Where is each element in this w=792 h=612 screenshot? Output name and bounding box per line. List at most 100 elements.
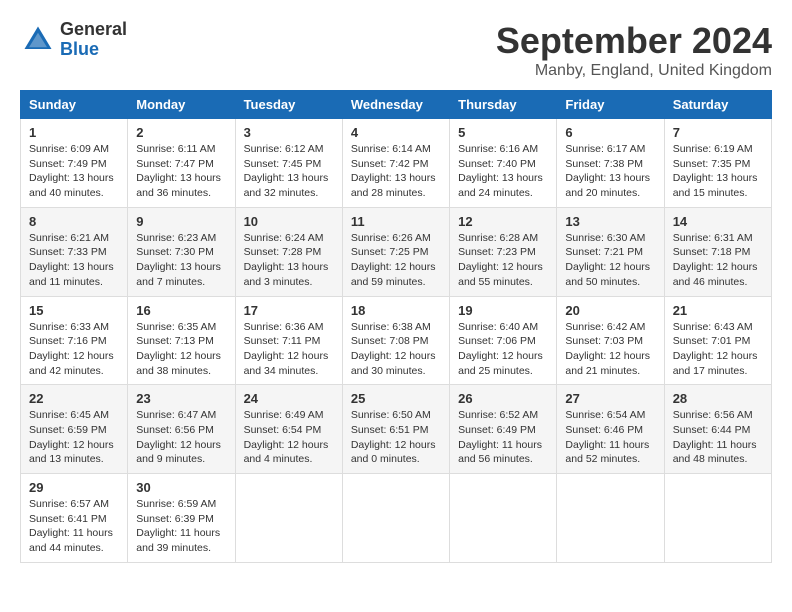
day-info: Sunrise: 6:35 AMSunset: 7:13 PMDaylight:… xyxy=(136,320,226,379)
calendar-day-23: 23Sunrise: 6:47 AMSunset: 6:56 PMDayligh… xyxy=(128,385,235,474)
day-number: 30 xyxy=(136,480,226,495)
calendar-week-2: 8 Sunrise: 6:21 AMSunset: 7:33 PMDaylight… xyxy=(21,207,772,296)
day-number: 21 xyxy=(673,303,763,318)
day-number: 24 xyxy=(244,391,334,406)
day-number: 4 xyxy=(351,125,441,140)
header-thursday: Thursday xyxy=(450,91,557,119)
day-number: 6 xyxy=(565,125,655,140)
calendar-day-5: 5 Sunrise: 6:16 AMSunset: 7:40 PMDaylight… xyxy=(450,119,557,208)
day-number: 22 xyxy=(29,391,119,406)
day-number: 1 xyxy=(29,125,119,140)
day-number: 17 xyxy=(244,303,334,318)
calendar-day-15: 15 Sunrise: 6:33 AMSunset: 7:16 PMDayligh… xyxy=(21,296,128,385)
logo-icon xyxy=(20,22,56,58)
day-info: Sunrise: 6:19 AMSunset: 7:35 PMDaylight:… xyxy=(673,142,763,201)
calendar-day-24: 24 Sunrise: 6:49 AMSunset: 6:54 PMDayligh… xyxy=(235,385,342,474)
day-info: Sunrise: 6:49 AMSunset: 6:54 PMDaylight:… xyxy=(244,408,334,467)
day-info: Sunrise: 6:52 AMSunset: 6:49 PMDaylight:… xyxy=(458,408,548,467)
calendar-day-2: 2 Sunrise: 6:11 AMSunset: 7:47 PMDaylight… xyxy=(128,119,235,208)
day-info: Sunrise: 6:38 AMSunset: 7:08 PMDaylight:… xyxy=(351,320,441,379)
day-info: Sunrise: 6:23 AMSunset: 7:30 PMDaylight:… xyxy=(136,231,226,290)
calendar-day-21: 21 Sunrise: 6:43 AMSunset: 7:01 PMDayligh… xyxy=(664,296,771,385)
header-saturday: Saturday xyxy=(664,91,771,119)
calendar-day-13: 13 Sunrise: 6:30 AMSunset: 7:21 PMDayligh… xyxy=(557,207,664,296)
calendar-day-25: 25 Sunrise: 6:50 AMSunset: 6:51 PMDayligh… xyxy=(342,385,449,474)
day-number: 15 xyxy=(29,303,119,318)
calendar-day-4: 4 Sunrise: 6:14 AMSunset: 7:42 PMDaylight… xyxy=(342,119,449,208)
header-sunday: Sunday xyxy=(21,91,128,119)
day-info: Sunrise: 6:50 AMSunset: 6:51 PMDaylight:… xyxy=(351,408,441,467)
empty-cell xyxy=(235,474,342,563)
day-number: 19 xyxy=(458,303,548,318)
day-info: Sunrise: 6:16 AMSunset: 7:40 PMDaylight:… xyxy=(458,142,548,201)
calendar-day-27: 27 Sunrise: 6:54 AMSunset: 6:46 PMDayligh… xyxy=(557,385,664,474)
calendar-day-20: 20Sunrise: 6:42 AMSunset: 7:03 PMDayligh… xyxy=(557,296,664,385)
calendar-week-3: 15 Sunrise: 6:33 AMSunset: 7:16 PMDayligh… xyxy=(21,296,772,385)
calendar-day-12: 12Sunrise: 6:28 AMSunset: 7:23 PMDayligh… xyxy=(450,207,557,296)
calendar-day-9: 9Sunrise: 6:23 AMSunset: 7:30 PMDaylight… xyxy=(128,207,235,296)
calendar-day-17: 17 Sunrise: 6:36 AMSunset: 7:11 PMDayligh… xyxy=(235,296,342,385)
calendar-day-11: 11 Sunrise: 6:26 AMSunset: 7:25 PMDayligh… xyxy=(342,207,449,296)
logo-general: General xyxy=(60,20,127,40)
day-number: 7 xyxy=(673,125,763,140)
calendar-day-30: 30 Sunrise: 6:59 AMSunset: 6:39 PMDayligh… xyxy=(128,474,235,563)
day-number: 28 xyxy=(673,391,763,406)
logo-blue: Blue xyxy=(60,40,127,60)
day-number: 2 xyxy=(136,125,226,140)
day-info: Sunrise: 6:12 AMSunset: 7:45 PMDaylight:… xyxy=(244,142,334,201)
calendar-day-18: 18Sunrise: 6:38 AMSunset: 7:08 PMDayligh… xyxy=(342,296,449,385)
day-number: 13 xyxy=(565,214,655,229)
calendar-week-4: 22Sunrise: 6:45 AMSunset: 6:59 PMDayligh… xyxy=(21,385,772,474)
day-number: 16 xyxy=(136,303,226,318)
calendar-day-29: 29 Sunrise: 6:57 AMSunset: 6:41 PMDayligh… xyxy=(21,474,128,563)
calendar-week-5: 29 Sunrise: 6:57 AMSunset: 6:41 PMDayligh… xyxy=(21,474,772,563)
empty-cell xyxy=(557,474,664,563)
day-info: Sunrise: 6:33 AMSunset: 7:16 PMDaylight:… xyxy=(29,320,119,379)
day-info: Sunrise: 6:56 AMSunset: 6:44 PMDaylight:… xyxy=(673,408,763,467)
day-info: Sunrise: 6:36 AMSunset: 7:11 PMDaylight:… xyxy=(244,320,334,379)
calendar-day-14: 14Sunrise: 6:31 AMSunset: 7:18 PMDayligh… xyxy=(664,207,771,296)
calendar-day-6: 6 Sunrise: 6:17 AMSunset: 7:38 PMDaylight… xyxy=(557,119,664,208)
day-info: Sunrise: 6:21 AMSunset: 7:33 PMDaylight:… xyxy=(29,231,119,290)
day-number: 27 xyxy=(565,391,655,406)
day-info: Sunrise: 6:17 AMSunset: 7:38 PMDaylight:… xyxy=(565,142,655,201)
day-info: Sunrise: 6:43 AMSunset: 7:01 PMDaylight:… xyxy=(673,320,763,379)
calendar-day-1: 1Sunrise: 6:09 AMSunset: 7:49 PMDaylight… xyxy=(21,119,128,208)
day-number: 10 xyxy=(244,214,334,229)
header-tuesday: Tuesday xyxy=(235,91,342,119)
header-wednesday: Wednesday xyxy=(342,91,449,119)
day-number: 8 xyxy=(29,214,119,229)
day-info: Sunrise: 6:30 AMSunset: 7:21 PMDaylight:… xyxy=(565,231,655,290)
day-info: Sunrise: 6:26 AMSunset: 7:25 PMDaylight:… xyxy=(351,231,441,290)
empty-cell xyxy=(342,474,449,563)
calendar-day-10: 10Sunrise: 6:24 AMSunset: 7:28 PMDayligh… xyxy=(235,207,342,296)
day-info: Sunrise: 6:59 AMSunset: 6:39 PMDaylight:… xyxy=(136,497,226,556)
calendar-header-row: SundayMondayTuesdayWednesdayThursdayFrid… xyxy=(21,91,772,119)
day-info: Sunrise: 6:47 AMSunset: 6:56 PMDaylight:… xyxy=(136,408,226,467)
month-title: September 2024 xyxy=(496,20,772,62)
empty-cell xyxy=(450,474,557,563)
title-area: September 2024 Manby, England, United Ki… xyxy=(496,20,772,80)
logo: General Blue xyxy=(20,20,127,60)
day-info: Sunrise: 6:11 AMSunset: 7:47 PMDaylight:… xyxy=(136,142,226,201)
day-info: Sunrise: 6:57 AMSunset: 6:41 PMDaylight:… xyxy=(29,497,119,556)
day-number: 26 xyxy=(458,391,548,406)
calendar-day-16: 16 Sunrise: 6:35 AMSunset: 7:13 PMDayligh… xyxy=(128,296,235,385)
day-number: 11 xyxy=(351,214,441,229)
day-info: Sunrise: 6:54 AMSunset: 6:46 PMDaylight:… xyxy=(565,408,655,467)
calendar-day-19: 19 Sunrise: 6:40 AMSunset: 7:06 PMDayligh… xyxy=(450,296,557,385)
day-info: Sunrise: 6:31 AMSunset: 7:18 PMDaylight:… xyxy=(673,231,763,290)
day-number: 5 xyxy=(458,125,548,140)
day-info: Sunrise: 6:40 AMSunset: 7:06 PMDaylight:… xyxy=(458,320,548,379)
day-number: 25 xyxy=(351,391,441,406)
empty-cell xyxy=(664,474,771,563)
calendar-table: SundayMondayTuesdayWednesdayThursdayFrid… xyxy=(20,90,772,563)
day-number: 29 xyxy=(29,480,119,495)
day-number: 12 xyxy=(458,214,548,229)
day-number: 3 xyxy=(244,125,334,140)
header-monday: Monday xyxy=(128,91,235,119)
calendar-day-28: 28 Sunrise: 6:56 AMSunset: 6:44 PMDayligh… xyxy=(664,385,771,474)
calendar-week-1: 1Sunrise: 6:09 AMSunset: 7:49 PMDaylight… xyxy=(21,119,772,208)
day-info: Sunrise: 6:14 AMSunset: 7:42 PMDaylight:… xyxy=(351,142,441,201)
header-friday: Friday xyxy=(557,91,664,119)
